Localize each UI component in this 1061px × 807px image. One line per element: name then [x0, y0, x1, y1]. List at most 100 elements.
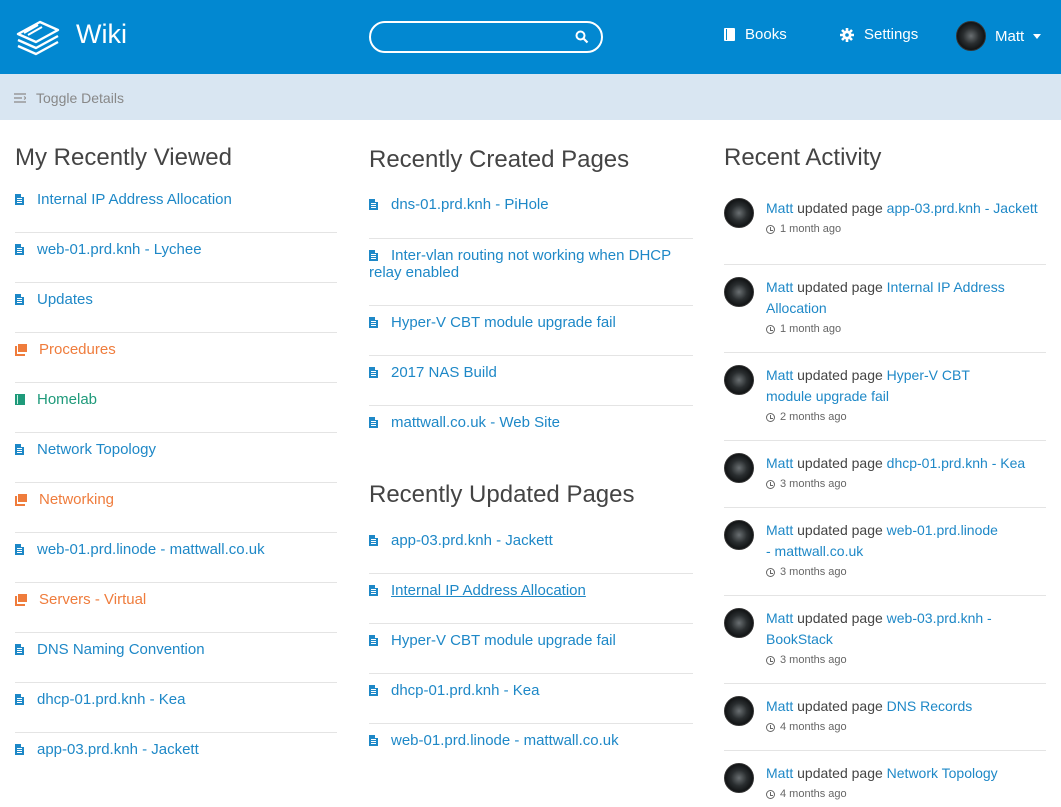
avatar[interactable]: [724, 453, 754, 483]
page-icon: [15, 694, 24, 705]
activity-item: Matt updated page Hyper-V CBT module upg…: [724, 353, 1046, 441]
entity-link[interactable]: web-01.prd.knh - Lychee: [15, 241, 337, 258]
recently-viewed-list: Internal IP Address Allocation web-01.prd…: [15, 183, 337, 783]
clock-icon: [766, 479, 775, 489]
entity-link[interactable]: 2017 NAS Build: [369, 364, 693, 381]
activity-user-link[interactable]: Matt: [766, 279, 793, 295]
page-icon: [369, 735, 378, 746]
entity-link[interactable]: Hyper-V CBT module upgrade fail: [369, 314, 693, 331]
avatar[interactable]: [724, 608, 754, 638]
activity-action: updated page: [797, 279, 883, 295]
list-item: Updates: [15, 283, 337, 333]
clock-icon: [766, 412, 775, 422]
list-item: 2017 NAS Build: [369, 356, 693, 406]
activity-time-label: 1 month ago: [780, 323, 842, 335]
entity-link[interactable]: Internal IP Address Allocation: [15, 191, 337, 208]
entity-link[interactable]: web-01.prd.linode - mattwall.co.uk: [15, 541, 337, 558]
activity-text: Matt updated page Hyper-V CBT module upg…: [766, 365, 1006, 407]
page-icon: [15, 544, 24, 555]
avatar[interactable]: [724, 763, 754, 793]
page-icon: [15, 644, 24, 655]
entity-label: mattwall.co.uk - Web Site: [391, 414, 560, 431]
activity-target-link[interactable]: app-03.prd.knh - Jackett: [887, 200, 1038, 216]
entity-label: Hyper-V CBT module upgrade fail: [391, 632, 616, 649]
nav-books-link[interactable]: Books: [724, 26, 787, 43]
entity-link[interactable]: Hyper-V CBT module upgrade fail: [369, 632, 693, 649]
activity-text: Matt updated page app-03.prd.knh - Jacke…: [766, 198, 1046, 219]
entity-label: 2017 NAS Build: [391, 364, 497, 381]
activity-time: 3 months ago: [766, 478, 847, 490]
toggle-details-button[interactable]: Toggle Details: [14, 90, 124, 106]
entity-label: Procedures: [39, 341, 116, 358]
activity-action: updated page: [797, 367, 883, 383]
page-icon: [369, 685, 378, 696]
activity-action: updated page: [797, 200, 883, 216]
activity-time-label: 3 months ago: [780, 654, 847, 666]
entity-link[interactable]: dns-01.prd.knh - PiHole: [369, 196, 693, 213]
list-item: web-01.prd.linode - mattwall.co.uk: [369, 724, 693, 774]
activity-time: 1 month ago: [766, 223, 841, 235]
activity-action: updated page: [797, 610, 883, 626]
entity-link[interactable]: Servers - Virtual: [15, 591, 337, 608]
avatar[interactable]: [724, 365, 754, 395]
activity-action: updated page: [797, 765, 883, 781]
wiki-logo-icon[interactable]: [14, 16, 62, 58]
entity-link[interactable]: web-01.prd.linode - mattwall.co.uk: [369, 732, 693, 749]
search-icon[interactable]: [575, 30, 589, 44]
app-title[interactable]: Wiki: [76, 19, 127, 50]
activity-user-link[interactable]: Matt: [766, 200, 793, 216]
entity-link[interactable]: Inter-vlan routing not working when DHCP…: [369, 247, 693, 281]
page-icon: [369, 317, 378, 328]
activity-user-link[interactable]: Matt: [766, 610, 793, 626]
activity-text: Matt updated page web-01.prd.linode - ma…: [766, 520, 1006, 562]
list-item: dhcp-01.prd.knh - Kea: [15, 683, 337, 733]
entity-link[interactable]: Homelab: [15, 391, 337, 408]
entity-link[interactable]: dhcp-01.prd.knh - Kea: [369, 682, 693, 699]
entity-link[interactable]: app-03.prd.knh - Jackett: [369, 532, 693, 549]
activity-item: Matt updated page DNS Records 4 months ag…: [724, 684, 1046, 751]
bookshelf-icon: [15, 594, 27, 606]
recent-activity-list: Matt updated page app-03.prd.knh - Jacke…: [724, 198, 1046, 807]
list-item: Hyper-V CBT module upgrade fail: [369, 306, 693, 356]
list-item: Procedures: [15, 333, 337, 383]
entity-link[interactable]: Procedures: [15, 341, 337, 358]
activity-user-link[interactable]: Matt: [766, 765, 793, 781]
nav-settings-link[interactable]: Settings: [840, 26, 918, 43]
page-icon: [369, 367, 378, 378]
entity-link[interactable]: Network Topology: [15, 441, 337, 458]
avatar[interactable]: [724, 277, 754, 307]
activity-user-link[interactable]: Matt: [766, 698, 793, 714]
recently-created-list: dns-01.prd.knh - PiHole Inter-vlan routin…: [369, 188, 693, 456]
activity-target-link[interactable]: DNS Records: [887, 698, 973, 714]
activity-user-link[interactable]: Matt: [766, 455, 793, 471]
entity-link[interactable]: DNS Naming Convention: [15, 641, 337, 658]
entity-link[interactable]: dhcp-01.prd.knh - Kea: [15, 691, 337, 708]
activity-text: Matt updated page DNS Records: [766, 696, 1046, 717]
entity-link[interactable]: mattwall.co.uk - Web Site: [369, 414, 693, 431]
activity-user-link[interactable]: Matt: [766, 367, 793, 383]
list-item: Networking: [15, 483, 337, 533]
entity-link[interactable]: Internal IP Address Allocation: [369, 582, 693, 599]
avatar[interactable]: [724, 198, 754, 228]
activity-user-link[interactable]: Matt: [766, 522, 793, 538]
list-item: app-03.prd.knh - Jackett: [15, 733, 337, 783]
entity-label: app-03.prd.knh - Jackett: [391, 532, 553, 549]
page-icon: [369, 250, 378, 261]
entity-link[interactable]: Updates: [15, 291, 337, 308]
avatar[interactable]: [724, 520, 754, 550]
activity-target-link[interactable]: dhcp-01.prd.knh - Kea: [887, 455, 1026, 471]
activity-time: 4 months ago: [766, 721, 847, 733]
activity-time-label: 3 months ago: [780, 478, 847, 490]
avatar[interactable]: [724, 696, 754, 726]
page-icon: [15, 194, 24, 205]
user-menu[interactable]: Matt: [956, 21, 1042, 51]
activity-item: Matt updated page dhcp-01.prd.knh - Kea 3…: [724, 441, 1046, 508]
page-icon: [15, 744, 24, 755]
search-input[interactable]: [369, 21, 603, 53]
page-icon: [369, 585, 378, 596]
entity-label: Inter-vlan routing not working when DHCP…: [369, 247, 671, 281]
activity-target-link[interactable]: Network Topology: [887, 765, 998, 781]
entity-link[interactable]: Networking: [15, 491, 337, 508]
page-icon: [369, 635, 378, 646]
entity-link[interactable]: app-03.prd.knh - Jackett: [15, 741, 337, 758]
